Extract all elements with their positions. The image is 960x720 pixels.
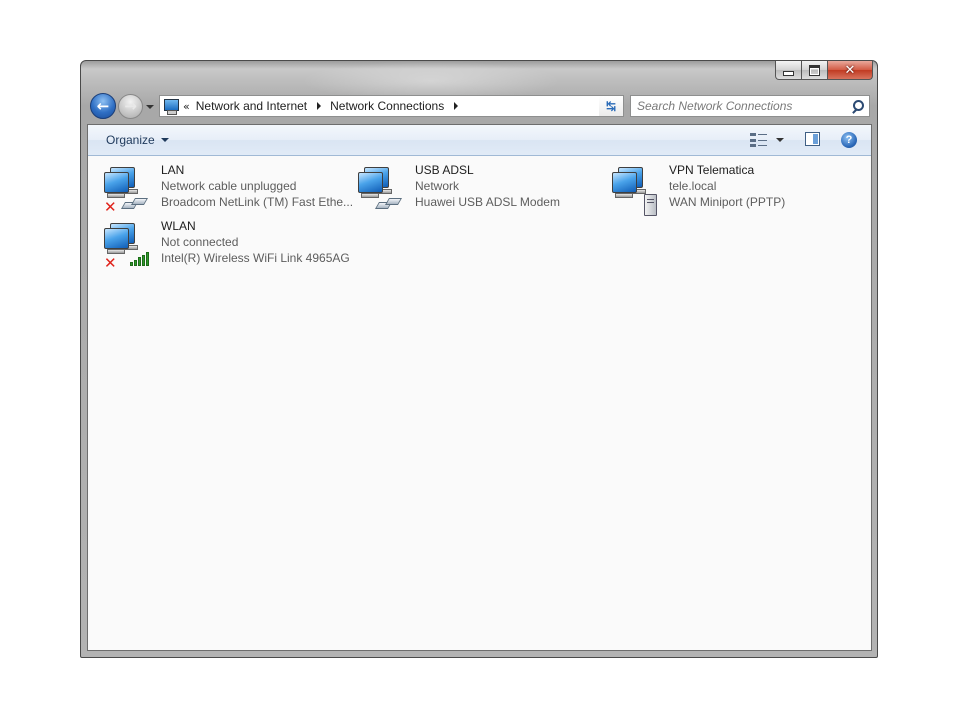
server-icon xyxy=(644,194,657,216)
disconnected-x-icon: ✕ xyxy=(104,254,117,272)
connection-name: VPN Telematica xyxy=(669,163,755,177)
connection-status: Network cable unplugged xyxy=(161,179,297,193)
connection-status: Network xyxy=(415,179,460,193)
ethernet-cable-icon xyxy=(374,198,403,210)
preview-pane-icon[interactable] xyxy=(805,132,820,146)
connection-device: Intel(R) Wireless WiFi Link 4965AG xyxy=(161,251,350,265)
help-icon[interactable]: ? xyxy=(841,132,857,148)
address-bar[interactable]: « Network and Internet Network Connectio… xyxy=(159,95,624,117)
list-item[interactable]: ✕ WLAN Not connected Intel(R) Wireless W… xyxy=(88,218,350,272)
minimize-button[interactable] xyxy=(775,61,802,80)
connections-list: ✕ LAN Network cable unplugged Broadcom N… xyxy=(88,156,871,650)
wifi-signal-icon xyxy=(130,252,152,266)
connection-status: Not connected xyxy=(161,235,239,249)
connection-status: tele.local xyxy=(669,179,717,193)
minimize-icon xyxy=(783,70,794,76)
network-adapter-icon: ✕ xyxy=(104,166,154,216)
forward-arrow-icon: → xyxy=(124,97,137,115)
chevron-down-icon xyxy=(145,104,154,109)
back-arrow-icon: ← xyxy=(96,96,110,115)
search-box[interactable] xyxy=(630,95,870,117)
list-item[interactable]: USB ADSL Network Huawei USB ADSL Modem xyxy=(342,162,592,214)
chevron-down-icon xyxy=(160,138,169,142)
command-bar: Organize ? xyxy=(88,125,871,156)
recent-pages-dropdown[interactable] xyxy=(145,102,154,111)
list-item[interactable]: ✕ LAN Network cable unplugged Broadcom N… xyxy=(88,162,353,216)
vpn-adapter-icon xyxy=(612,166,662,216)
connection-name: USB ADSL xyxy=(415,163,474,177)
close-button[interactable]: ✕ xyxy=(828,61,873,80)
breadcrumb-arrow-icon[interactable] xyxy=(454,102,459,110)
maximize-icon xyxy=(809,64,820,76)
connection-device: Broadcom NetLink (TM) Fast Ethe... xyxy=(161,195,354,209)
breadcrumb-overflow-button[interactable]: « xyxy=(183,100,190,113)
refresh-icon: ↹ xyxy=(605,99,617,113)
chevron-down-icon xyxy=(776,138,784,142)
refresh-button[interactable]: ↹ xyxy=(599,95,624,117)
organize-button[interactable]: Organize xyxy=(106,133,169,147)
change-view-icon[interactable] xyxy=(750,132,768,148)
search-input[interactable] xyxy=(637,99,837,113)
connection-name: LAN xyxy=(161,163,185,177)
close-icon: ✕ xyxy=(844,62,856,78)
connection-device: Huawei USB ADSL Modem xyxy=(415,195,560,209)
maximize-button[interactable] xyxy=(802,61,828,80)
disconnected-x-icon: ✕ xyxy=(104,198,117,216)
organize-label: Organize xyxy=(106,133,155,147)
forward-button[interactable]: → xyxy=(118,94,143,119)
explorer-window: ✕ ← → « Network and Internet Network Con… xyxy=(80,60,878,658)
list-item[interactable]: VPN Telematica tele.local WAN Miniport (… xyxy=(596,162,846,216)
search-icon[interactable] xyxy=(851,100,864,114)
view-options-dropdown[interactable] xyxy=(776,138,784,142)
breadcrumb-arrow-icon[interactable] xyxy=(317,102,322,110)
content-area: Organize ? ✕ LAN Network cable unplugged… xyxy=(87,124,872,651)
caption-buttons: ✕ xyxy=(775,61,873,81)
connection-device: WAN Miniport (PPTP) xyxy=(669,195,786,209)
connection-name: WLAN xyxy=(161,219,196,233)
network-folder-icon xyxy=(163,98,179,115)
breadcrumb-network-and-internet[interactable]: Network and Internet xyxy=(196,99,307,113)
wireless-adapter-icon: ✕ xyxy=(104,222,154,272)
breadcrumb-network-connections[interactable]: Network Connections xyxy=(330,99,444,113)
back-button[interactable]: ← xyxy=(90,93,116,119)
ethernet-cable-icon xyxy=(120,198,149,210)
network-adapter-icon xyxy=(358,166,408,214)
